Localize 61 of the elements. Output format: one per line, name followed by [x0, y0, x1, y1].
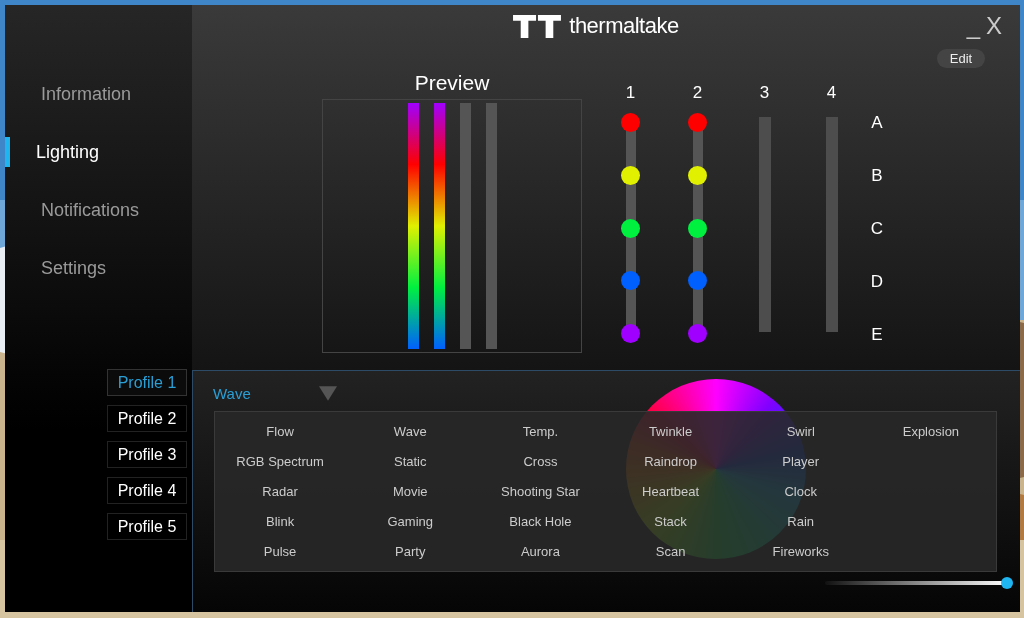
led-dot[interactable]: [621, 271, 640, 291]
led-dot[interactable]: [621, 113, 640, 132]
menu-item[interactable]: Flow: [266, 423, 294, 439]
row-label: E: [870, 325, 884, 345]
led-dot[interactable]: [688, 165, 707, 185]
sidebar-item[interactable]: Information: [5, 83, 192, 105]
logo-text: thermaltake: [569, 13, 679, 39]
led-dot[interactable]: [621, 324, 640, 343]
menu-item[interactable]: Movie: [392, 484, 428, 499]
menu-item[interactable]: Player: [782, 453, 820, 469]
row-label: C: [869, 219, 885, 239]
row-label: D: [869, 272, 885, 292]
sidebar-item[interactable]: Notifications: [5, 199, 192, 221]
menu-item[interactable]: Black Hole: [509, 514, 572, 530]
led-dot[interactable]: [621, 165, 640, 185]
led-dot[interactable]: [621, 218, 640, 238]
menu-item[interactable]: Fireworks: [772, 544, 829, 560]
led-dot[interactable]: [688, 113, 707, 132]
menu-item[interactable]: Temp.: [522, 423, 559, 439]
profile-button[interactable]: Profile 4: [107, 477, 187, 504]
preview-title: Preview: [413, 71, 491, 96]
menu-item[interactable]: Shooting Star: [501, 484, 580, 499]
menu-item[interactable]: Swirl: [786, 423, 815, 439]
menu-item[interactable]: Explosion: [902, 423, 960, 439]
menu-item[interactable]: Raindrop: [644, 453, 697, 469]
menu-item[interactable]: Cross: [523, 453, 558, 469]
logo-icon: [513, 14, 562, 38]
menu-item[interactable]: Static: [394, 453, 427, 469]
menu-item[interactable]: Rain: [787, 514, 815, 530]
channel-number: 1: [625, 83, 636, 103]
slider-thumb[interactable]: [1001, 577, 1013, 589]
close-button[interactable]: X: [984, 12, 1004, 40]
channel-number: 2: [692, 83, 703, 103]
profile-button[interactable]: Profile 2: [107, 405, 187, 432]
profile-button[interactable]: Profile 5: [107, 513, 187, 540]
menu-item[interactable]: Pulse: [263, 544, 297, 560]
sidebar-item[interactable]: Settings: [5, 257, 192, 279]
profile-button[interactable]: Profile 1: [107, 369, 187, 396]
mode-dropdown[interactable]: Wave: [213, 385, 337, 402]
menu-item[interactable]: Clock: [784, 484, 817, 499]
menu-item[interactable]: Blink: [266, 514, 295, 530]
minimize-button[interactable]: _: [964, 12, 982, 40]
profile-button[interactable]: Profile 3: [107, 441, 187, 468]
edit-button[interactable]: Edit: [937, 49, 985, 68]
menu-item[interactable]: Heartbeat: [642, 484, 700, 499]
menu-item[interactable]: Radar: [262, 484, 298, 499]
menu-item[interactable]: Gaming: [387, 514, 433, 530]
led-dot[interactable]: [688, 218, 707, 238]
led-dot[interactable]: [688, 324, 707, 343]
row-label: B: [870, 166, 884, 186]
menu-item[interactable]: Aurora: [520, 544, 560, 560]
channel-number: 3: [759, 83, 770, 103]
channel-number: 4: [826, 83, 837, 103]
row-label: A: [870, 113, 884, 133]
menu-item[interactable]: RGB Spectrum: [236, 453, 324, 469]
menu-item[interactable]: Party: [395, 544, 426, 560]
menu-item[interactable]: Wave: [393, 423, 427, 439]
menu-item[interactable]: Stack: [654, 514, 687, 530]
led-dot[interactable]: [688, 271, 707, 291]
menu-item[interactable]: Scan: [655, 544, 686, 560]
menu-item[interactable]: Twinkle: [648, 423, 693, 439]
